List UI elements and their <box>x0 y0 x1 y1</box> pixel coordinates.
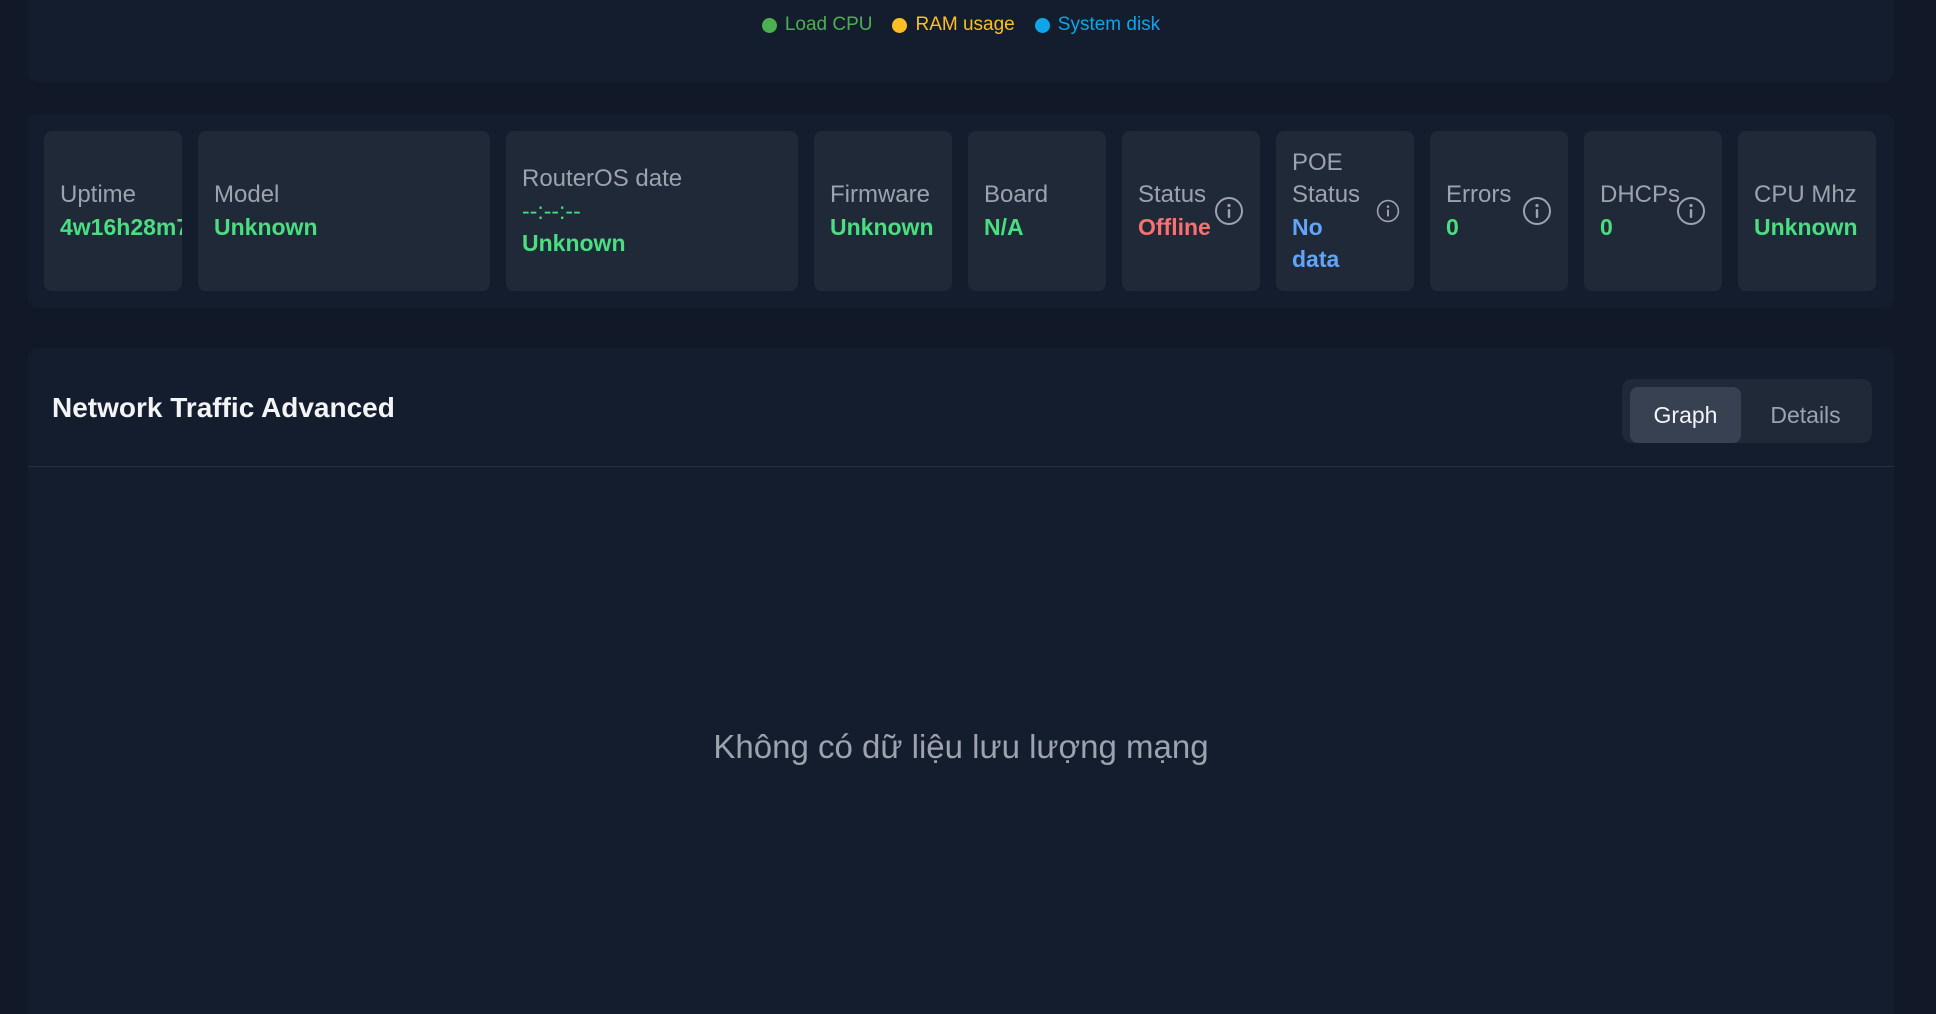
network-traffic-card: Network Traffic Advanced Graph Details K… <box>28 348 1894 1014</box>
stat-tile-poe-status: POE Status No data <box>1276 131 1414 291</box>
info-icon[interactable] <box>1376 199 1400 223</box>
stat-label: Board <box>984 181 1049 208</box>
stat-tile-board: Board N/A <box>968 131 1106 291</box>
dashboard-page: Load CPU RAM usage System disk Uptime 4w… <box>0 0 1936 1014</box>
resource-chart-card: Load CPU RAM usage System disk <box>28 0 1894 82</box>
stat-value: data <box>1292 246 1340 272</box>
empty-state-message: Không có dữ liệu lưu lượng mạng <box>713 728 1209 765</box>
stat-value: Unknown <box>1754 214 1858 240</box>
stat-tile-routeros-date: RouterOS date --:--:-- Unknown <box>506 131 798 291</box>
legend-dot-icon <box>761 17 777 33</box>
stat-tile-model: Model Unknown <box>198 131 490 291</box>
stat-value: N/A <box>984 214 1024 240</box>
legend-label: Load CPU <box>784 14 873 35</box>
stat-tile-uptime: Uptime 4w16h28m7s <box>44 131 182 291</box>
legend-dot-icon <box>892 17 908 33</box>
tab-details[interactable]: Details <box>1747 387 1864 443</box>
info-icon[interactable] <box>1214 196 1244 226</box>
stat-tile-status: Status Offline <box>1122 131 1260 291</box>
stat-value: Unknown <box>522 230 626 256</box>
device-stats-card: Uptime 4w16h28m7s Model Unknown RouterOS… <box>28 114 1894 308</box>
stat-value: Unknown <box>214 214 318 240</box>
stat-value: 4w16h28m7s <box>60 214 182 240</box>
divider <box>28 466 1894 467</box>
legend-label: RAM usage <box>915 14 1015 35</box>
legend-item-ram-usage[interactable]: RAM usage <box>892 14 1015 36</box>
chart-legend: Load CPU RAM usage System disk <box>28 14 1894 36</box>
stat-tile-dhcps: DHCPs 0 <box>1584 131 1722 291</box>
stat-label: Firmware <box>830 181 930 208</box>
section-title: Network Traffic Advanced <box>52 392 395 423</box>
stat-value: Unknown <box>830 214 934 240</box>
stat-label: POE <box>1292 149 1343 176</box>
legend-dot-icon <box>1034 17 1050 33</box>
stat-label: CPU Mhz <box>1754 181 1857 208</box>
stat-label: Uptime <box>60 181 137 208</box>
legend-item-load-cpu[interactable]: Load CPU <box>761 14 873 36</box>
view-tab-group: Graph Details <box>1622 379 1872 443</box>
stat-tile-cpu-mhz: CPU Mhz Unknown <box>1738 131 1876 291</box>
stat-time: --:--:-- <box>522 198 581 224</box>
legend-item-system-disk[interactable]: System disk <box>1034 14 1161 36</box>
stat-tile-errors: Errors 0 <box>1430 131 1568 291</box>
stat-label: Model <box>214 181 280 208</box>
stats-row: Uptime 4w16h28m7s Model Unknown RouterOS… <box>44 131 1884 291</box>
legend-label: System disk <box>1057 14 1161 35</box>
stat-label: RouterOS date <box>522 165 683 192</box>
stat-tile-firmware: Firmware Unknown <box>814 131 952 291</box>
info-icon[interactable] <box>1522 196 1552 226</box>
tab-graph[interactable]: Graph <box>1630 387 1742 443</box>
info-icon[interactable] <box>1676 196 1706 226</box>
